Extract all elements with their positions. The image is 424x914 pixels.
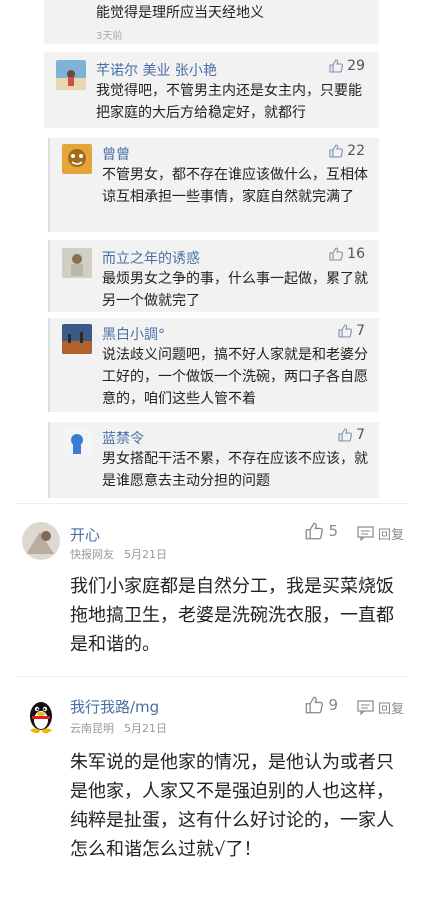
like-count: 7 — [356, 427, 365, 443]
avatar[interactable] — [62, 248, 92, 278]
thumbs-up-icon — [306, 696, 324, 714]
divider — [16, 503, 408, 504]
reply-item: 蓝禁令 7 男女搭配干活不累，不存在应该不应该，就是谁愿意去主动分担的问题 — [48, 422, 379, 498]
reply-button[interactable]: 回复 — [357, 698, 404, 717]
comment-meta: 快报网友 5月21日 — [70, 546, 177, 562]
reply-item: 而立之年的诱惑 16 最烦男女之争的事，什么事一起做，累了就另一个做就完了 — [48, 240, 379, 312]
thumbs-up-icon — [306, 522, 324, 540]
avatar[interactable] — [22, 696, 60, 734]
qq-penguin-icon — [22, 696, 60, 734]
comment-date: 5月21日 — [124, 548, 167, 561]
reply-label: 回复 — [377, 528, 404, 543]
reply-item: 能觉得是理所应当天经地义 3天前 — [44, 0, 379, 44]
reply-author[interactable]: 而立之年的诱惑 — [102, 248, 200, 268]
reply-text: 我觉得吧，不管男主内还是女主内，只要能把家庭的大后方给稳定好，就都行 — [96, 83, 362, 121]
avatar[interactable] — [62, 144, 92, 174]
reply-text: 男女搭配干活不累，不存在应该不应该，就是谁愿意去主动分担的问题 — [102, 451, 368, 489]
like-button[interactable]: 7 — [338, 323, 365, 339]
like-button[interactable]: 29 — [329, 58, 365, 74]
like-count: 29 — [347, 58, 365, 74]
avatar[interactable] — [56, 60, 86, 90]
like-button[interactable]: 5 — [305, 522, 338, 540]
thumbs-up-icon — [329, 247, 344, 261]
like-button[interactable]: 9 — [305, 696, 338, 714]
reply-item: 黑白小調° 7 说法歧义问题吧，搞不好人家就是和老婆分工好的，一个做饭一个洗碗，… — [48, 318, 379, 412]
thumbs-up-icon — [338, 324, 353, 338]
reply-author[interactable]: 曾曾 — [102, 144, 130, 164]
avatar[interactable] — [22, 522, 60, 560]
like-button[interactable]: 7 — [338, 427, 365, 443]
avatar[interactable] — [62, 324, 92, 354]
comment-meta: 云南昆明 5月21日 — [70, 720, 177, 736]
divider — [16, 676, 408, 677]
reply-text: 能觉得是理所应当天经地义 — [96, 5, 264, 21]
comment-date: 5月21日 — [124, 722, 167, 735]
reply-label: 回复 — [377, 702, 404, 717]
comment-text: 我们小家庭都是自然分工，我是买菜烧饭拖地搞卫生，老婆是洗碗洗衣服，一直都是和谐的… — [70, 576, 394, 655]
like-count: 22 — [347, 143, 365, 159]
like-count: 5 — [328, 522, 338, 540]
avatar[interactable] — [62, 428, 92, 458]
like-button[interactable]: 16 — [329, 246, 365, 262]
comment-text: 朱军说的是他家的情况，是他认为或者只是他家，人家又不是强迫别的人也这样，纯粹是扯… — [70, 752, 394, 860]
reply-text: 最烦男女之争的事，什么事一起做，累了就另一个做就完了 — [102, 271, 368, 309]
reply-author[interactable]: 芊诺尔 美业 张小艳 — [96, 60, 217, 80]
comment-author[interactable]: 开心 — [70, 524, 100, 545]
reply-item: 芊诺尔 美业 张小艳 29 我觉得吧，不管男主内还是女主内，只要能把家庭的大后方… — [44, 52, 379, 128]
like-button[interactable]: 22 — [329, 143, 365, 159]
comment-icon — [357, 700, 374, 715]
reply-time: 3天前 — [96, 31, 123, 42]
comment-location: 云南昆明 — [70, 722, 114, 735]
comment-item: 我行我路/mg 云南昆明 5月21日 9 回复 朱军说的是他家的情况，是他认为或者… — [16, 682, 408, 914]
like-count: 9 — [328, 696, 338, 714]
reply-author[interactable]: 黑白小調° — [102, 324, 165, 344]
reply-author[interactable]: 蓝禁令 — [102, 428, 144, 448]
reply-button[interactable]: 回复 — [357, 524, 404, 543]
like-count: 16 — [347, 246, 365, 262]
thumbs-up-icon — [329, 144, 344, 158]
thumbs-up-icon — [329, 59, 344, 73]
reply-text: 不管男女，都不存在谁应该做什么，互相体谅互相承担一些事情，家庭自然就完满了 — [102, 167, 368, 205]
comment-author[interactable]: 我行我路/mg — [70, 696, 159, 717]
comment-icon — [357, 526, 374, 541]
comments-page: 能觉得是理所应当天经地义 3天前 芊诺尔 美业 张小艳 29 我觉得吧，不管男主… — [0, 0, 424, 914]
thumbs-up-icon — [338, 428, 353, 442]
reply-text: 说法歧义问题吧，搞不好人家就是和老婆分工好的，一个做饭一个洗碗，两口子各自愿意的… — [102, 347, 368, 407]
comment-item: 开心 快报网友 5月21日 5 回复 我们小家庭都是自然分工，我是买菜烧饭拖地搞卫… — [16, 510, 408, 672]
comment-location: 快报网友 — [70, 548, 114, 561]
reply-item: 曾曾 22 不管男女，都不存在谁应该做什么，互相体谅互相承担一些事情，家庭自然就… — [48, 138, 379, 232]
like-count: 7 — [356, 323, 365, 339]
